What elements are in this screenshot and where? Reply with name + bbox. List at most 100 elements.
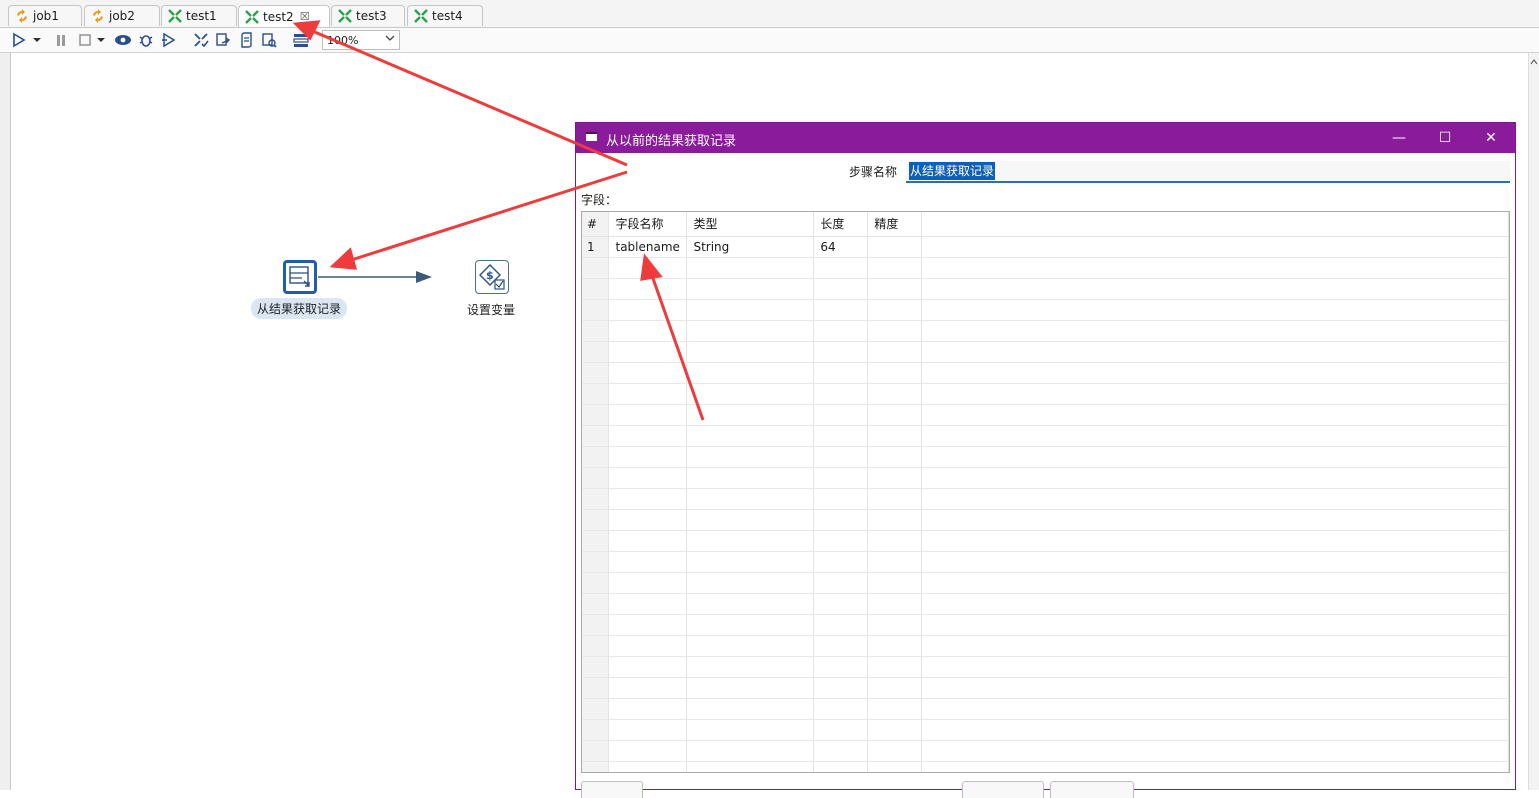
empty-cell[interactable] xyxy=(686,257,815,279)
empty-cell[interactable] xyxy=(608,614,688,636)
empty-cell[interactable] xyxy=(867,635,923,657)
empty-cell[interactable] xyxy=(867,404,923,426)
empty-cell[interactable] xyxy=(813,509,869,531)
column-header-precision[interactable]: 精度 xyxy=(867,212,923,237)
table-row-empty[interactable] xyxy=(582,761,1509,772)
table-row-empty[interactable] xyxy=(582,383,1509,405)
empty-cell[interactable] xyxy=(608,488,688,510)
table-row-empty[interactable] xyxy=(582,257,1509,279)
empty-cell[interactable] xyxy=(608,698,688,720)
empty-cell[interactable] xyxy=(813,761,869,772)
minimize-button[interactable]: — xyxy=(1376,123,1422,153)
empty-cell[interactable] xyxy=(813,530,869,552)
fields-table[interactable]: # 字段名称 类型 长度 精度 1 tablename String 64 xyxy=(581,211,1510,773)
empty-cell[interactable] xyxy=(813,257,869,279)
empty-cell[interactable] xyxy=(686,467,815,489)
cell-precision[interactable] xyxy=(867,236,923,258)
empty-cell[interactable] xyxy=(686,719,815,741)
empty-cell[interactable] xyxy=(608,425,688,447)
empty-cell[interactable] xyxy=(867,740,923,762)
empty-cell[interactable] xyxy=(686,656,815,678)
empty-cell[interactable] xyxy=(608,446,688,468)
empty-cell[interactable] xyxy=(867,383,923,405)
empty-cell[interactable] xyxy=(686,509,815,531)
empty-cell[interactable] xyxy=(867,614,923,636)
empty-cell[interactable] xyxy=(686,530,815,552)
empty-cell[interactable] xyxy=(813,551,869,573)
empty-cell[interactable] xyxy=(813,572,869,594)
empty-cell[interactable] xyxy=(686,404,815,426)
empty-cell[interactable] xyxy=(608,404,688,426)
empty-cell[interactable] xyxy=(608,677,688,699)
table-row-empty[interactable] xyxy=(582,635,1509,657)
empty-cell[interactable] xyxy=(608,299,688,321)
empty-cell[interactable] xyxy=(608,509,688,531)
empty-cell[interactable] xyxy=(608,761,688,772)
empty-cell[interactable] xyxy=(608,320,688,342)
empty-cell[interactable] xyxy=(686,425,815,447)
empty-cell[interactable] xyxy=(686,572,815,594)
table-row-empty[interactable] xyxy=(582,488,1509,510)
empty-cell[interactable] xyxy=(867,698,923,720)
table-row-empty[interactable] xyxy=(582,320,1509,342)
empty-cell[interactable] xyxy=(813,362,869,384)
empty-cell[interactable] xyxy=(867,299,923,321)
empty-cell[interactable] xyxy=(867,656,923,678)
empty-cell[interactable] xyxy=(813,677,869,699)
empty-cell[interactable] xyxy=(813,404,869,426)
empty-cell[interactable] xyxy=(813,341,869,363)
dialog-titlebar[interactable]: 从以前的结果获取记录 — ☐ ✕ xyxy=(576,123,1515,153)
table-row-empty[interactable] xyxy=(582,614,1509,636)
empty-cell[interactable] xyxy=(608,278,688,300)
empty-cell[interactable] xyxy=(813,425,869,447)
column-header-length[interactable]: 长度 xyxy=(813,212,869,237)
table-row-empty[interactable] xyxy=(582,530,1509,552)
empty-cell[interactable] xyxy=(813,740,869,762)
empty-cell[interactable] xyxy=(686,446,815,468)
table-row[interactable]: 1 tablename String 64 xyxy=(582,236,1509,258)
column-header-type[interactable]: 类型 xyxy=(686,212,815,237)
table-row-empty[interactable] xyxy=(582,404,1509,426)
table-row-empty[interactable] xyxy=(582,572,1509,594)
empty-cell[interactable] xyxy=(608,656,688,678)
step-name-input[interactable]: 从结果获取记录 xyxy=(906,161,1510,183)
empty-cell[interactable] xyxy=(608,467,688,489)
empty-cell[interactable] xyxy=(813,383,869,405)
table-row-empty[interactable] xyxy=(582,551,1509,573)
cell-type[interactable]: String xyxy=(686,236,815,258)
column-header-num[interactable]: # xyxy=(582,212,610,237)
table-row-empty[interactable] xyxy=(582,740,1509,762)
empty-cell[interactable] xyxy=(813,593,869,615)
empty-cell[interactable] xyxy=(686,614,815,636)
empty-cell[interactable] xyxy=(608,341,688,363)
step-label-set-variables[interactable]: 设置变量 xyxy=(467,301,515,318)
empty-cell[interactable] xyxy=(813,467,869,489)
table-row-empty[interactable] xyxy=(582,446,1509,468)
empty-cell[interactable] xyxy=(867,320,923,342)
empty-cell[interactable] xyxy=(813,719,869,741)
step-set-variables[interactable]: $ xyxy=(475,260,509,294)
empty-cell[interactable] xyxy=(867,593,923,615)
empty-cell[interactable] xyxy=(813,488,869,510)
table-row-empty[interactable] xyxy=(582,278,1509,300)
empty-cell[interactable] xyxy=(867,530,923,552)
cell-length[interactable]: 64 xyxy=(813,236,869,258)
table-row-empty[interactable] xyxy=(582,341,1509,363)
empty-cell[interactable] xyxy=(686,635,815,657)
empty-cell[interactable] xyxy=(686,299,815,321)
empty-cell[interactable] xyxy=(867,551,923,573)
step-get-rows-from-result[interactable] xyxy=(283,260,317,294)
empty-cell[interactable] xyxy=(608,362,688,384)
empty-cell[interactable] xyxy=(813,656,869,678)
empty-cell[interactable] xyxy=(608,530,688,552)
table-row-empty[interactable] xyxy=(582,425,1509,447)
empty-cell[interactable] xyxy=(608,257,688,279)
table-row-empty[interactable] xyxy=(582,719,1509,741)
empty-cell[interactable] xyxy=(867,341,923,363)
empty-cell[interactable] xyxy=(686,593,815,615)
empty-cell[interactable] xyxy=(686,383,815,405)
empty-cell[interactable] xyxy=(608,740,688,762)
empty-cell[interactable] xyxy=(867,761,923,772)
column-header-name[interactable]: 字段名称 xyxy=(608,212,688,237)
empty-cell[interactable] xyxy=(686,551,815,573)
